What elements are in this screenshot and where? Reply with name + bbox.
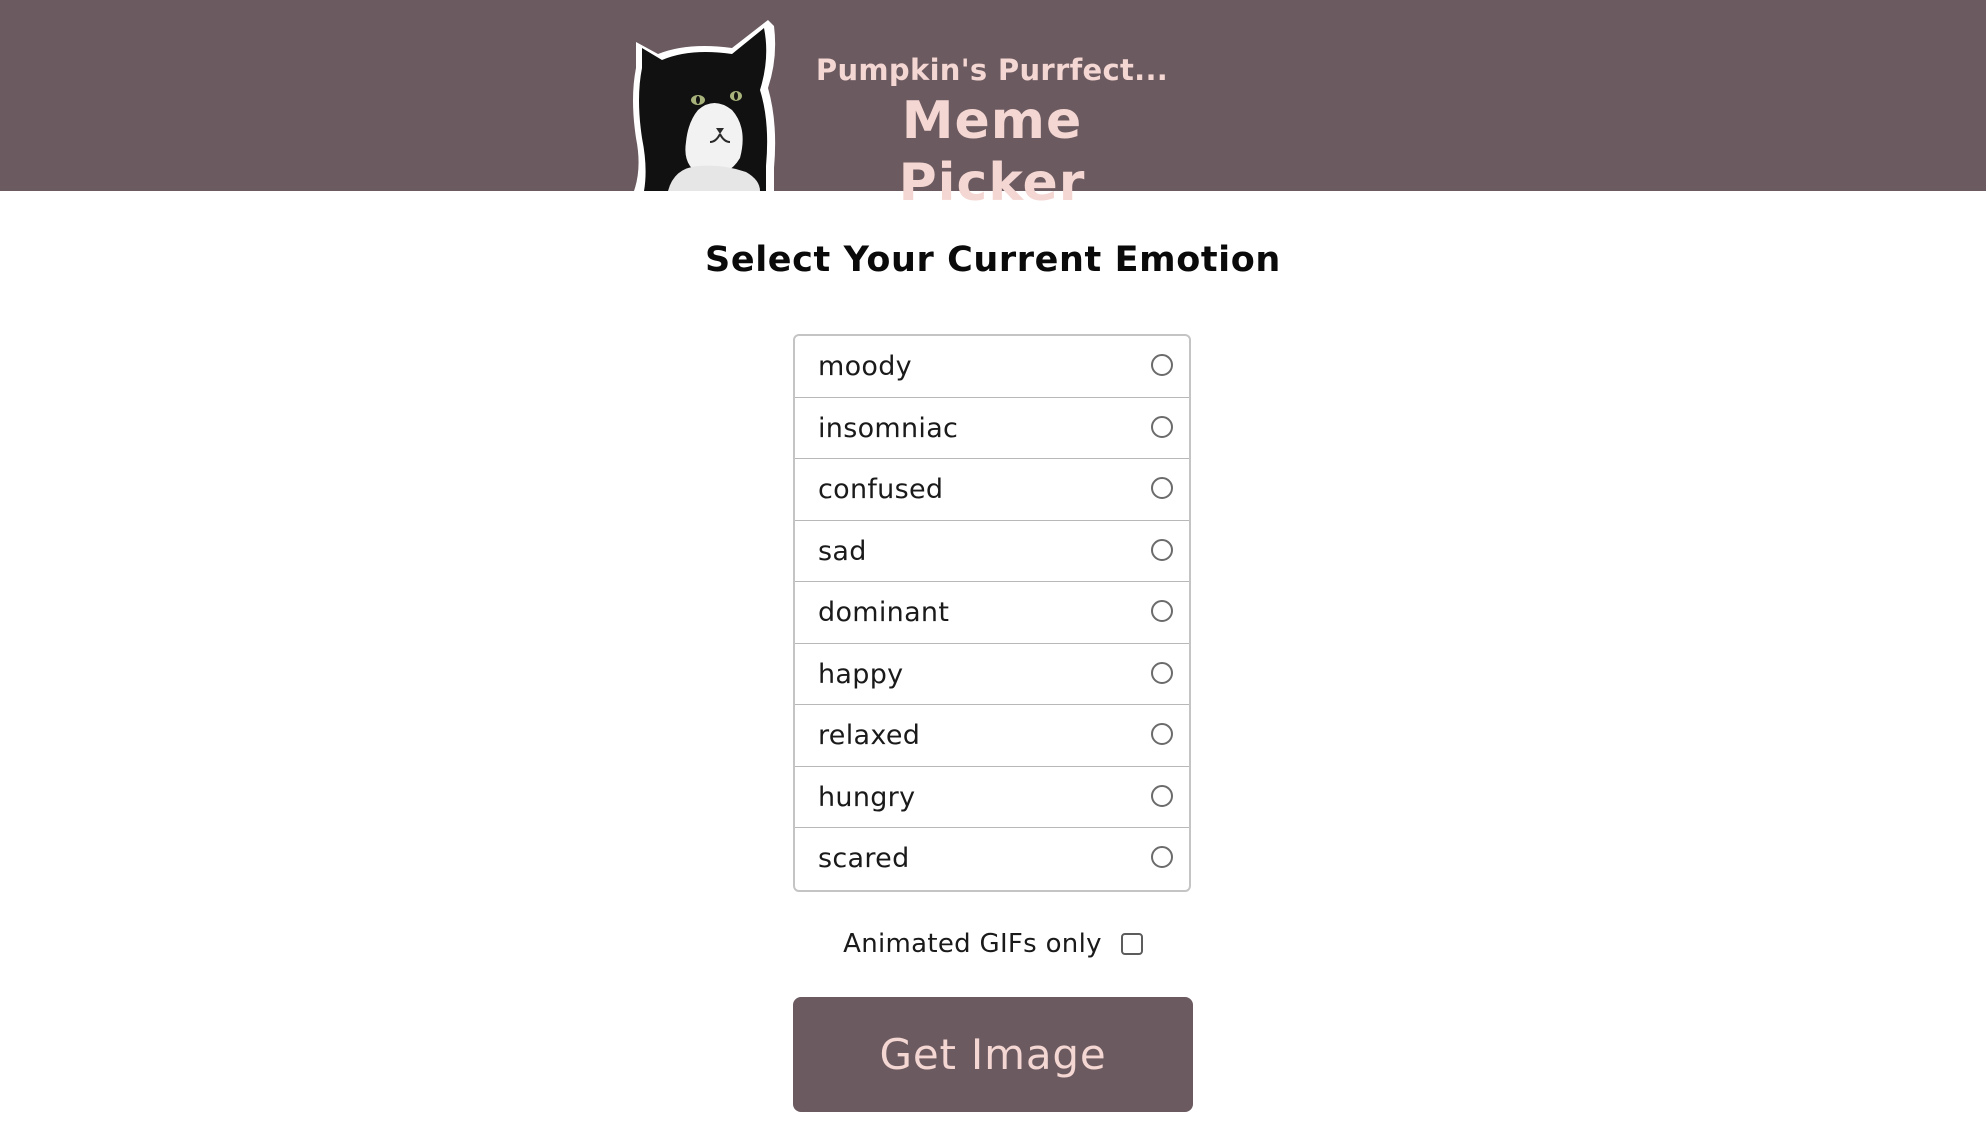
radio-button[interactable]	[1151, 415, 1173, 438]
emotion-label: moody	[818, 351, 912, 382]
radio-button[interactable]	[1151, 661, 1173, 684]
radio-button[interactable]	[1151, 784, 1173, 807]
gif-only-label: Animated GIFs only	[843, 929, 1102, 959]
cat-logo-icon	[633, 20, 776, 191]
emotion-option-confused[interactable]: confused	[795, 459, 1189, 521]
emotion-radio-list: moody insomniac confused sad dominant ha…	[793, 334, 1191, 892]
emotion-option-moody[interactable]: moody	[795, 336, 1189, 398]
emotion-option-dominant[interactable]: dominant	[795, 582, 1189, 644]
gif-only-checkbox[interactable]	[1120, 933, 1143, 955]
emotion-option-happy[interactable]: happy	[795, 644, 1189, 705]
emotion-label: confused	[818, 474, 944, 505]
emotion-option-scared[interactable]: scared	[795, 828, 1189, 890]
emotion-label: happy	[818, 658, 904, 690]
emotion-label: hungry	[818, 781, 916, 813]
gif-only-option[interactable]: Animated GIFs only	[0, 924, 1986, 964]
get-image-button[interactable]: Get Image	[793, 997, 1193, 1112]
emotion-label: dominant	[818, 597, 950, 628]
radio-button[interactable]	[1151, 600, 1173, 622]
radio-button[interactable]	[1151, 354, 1173, 376]
header-titles: Pumpkin's Purrfect... Meme Picker	[812, 50, 1172, 214]
radio-button[interactable]	[1151, 846, 1173, 868]
emotion-option-sad[interactable]: sad	[795, 521, 1189, 582]
header-title: Meme Picker	[898, 91, 1086, 213]
emotion-heading: Select Your Current Emotion	[705, 240, 1281, 280]
radio-button[interactable]	[1151, 477, 1173, 499]
emotion-label: insomniac	[818, 412, 959, 444]
emotion-option-hungry[interactable]: hungry	[795, 767, 1189, 828]
emotion-label: relaxed	[818, 720, 921, 751]
header-subtitle: Pumpkin's Purrfect...	[815, 53, 1169, 87]
emotion-label: sad	[818, 535, 867, 567]
emotion-option-relaxed[interactable]: relaxed	[795, 705, 1189, 767]
radio-button[interactable]	[1151, 538, 1173, 561]
site-header: Pumpkin's Purrfect... Meme Picker	[0, 0, 1986, 213]
emotion-label: scared	[818, 843, 910, 874]
radio-button[interactable]	[1151, 723, 1173, 745]
emotion-option-insomniac[interactable]: insomniac	[795, 398, 1189, 459]
